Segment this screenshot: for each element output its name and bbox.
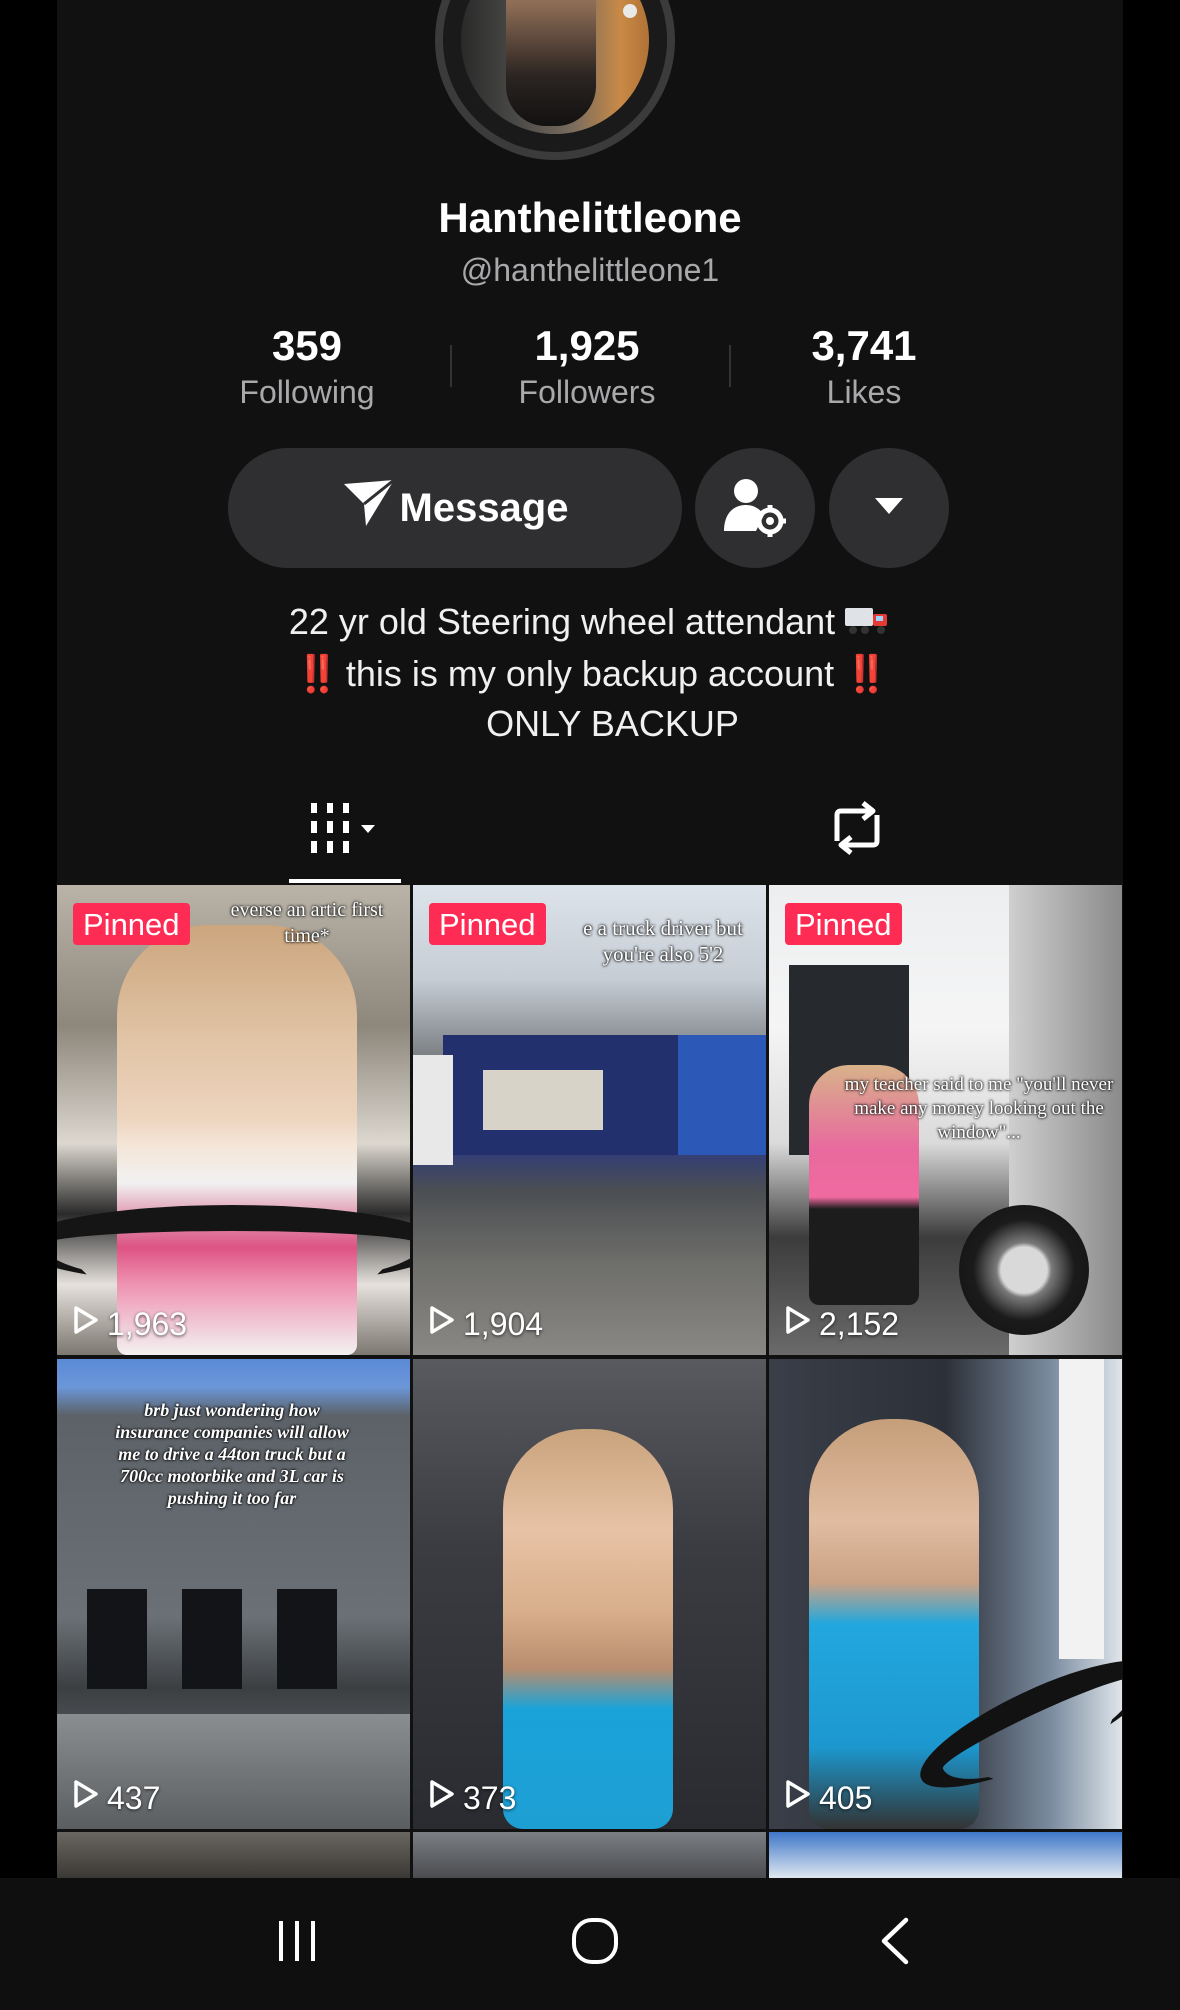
view-count: 1,963 xyxy=(73,1305,187,1343)
recent-apps-icon xyxy=(275,1919,319,1968)
tab-reposts[interactable] xyxy=(802,790,912,870)
video-tile[interactable]: my teacher said to me "you'll never make… xyxy=(769,885,1122,1355)
likes-count: 3,741 xyxy=(811,322,917,369)
stat-divider xyxy=(450,345,452,387)
view-count: 1,904 xyxy=(429,1305,543,1343)
avatar[interactable] xyxy=(435,0,675,160)
video-tile-partial[interactable] xyxy=(57,1832,410,1878)
caret-down-icon xyxy=(873,496,905,521)
pinned-badge: Pinned xyxy=(785,903,902,945)
play-icon xyxy=(429,1305,455,1343)
pinned-badge: Pinned xyxy=(73,903,190,945)
video-tile[interactable]: everse an artic first time* Pinned 1,963 xyxy=(57,885,410,1355)
likes-label: Likes xyxy=(826,374,902,410)
video-tile[interactable]: e a truck driver but you're also 5'2 Pin… xyxy=(413,885,766,1355)
back-button[interactable] xyxy=(840,1898,950,1988)
more-options-button[interactable] xyxy=(829,448,949,568)
video-caption: brb just wondering how insurance compani… xyxy=(115,1400,349,1508)
active-tab-indicator xyxy=(289,879,401,883)
message-button[interactable]: Message xyxy=(228,448,682,568)
play-icon xyxy=(73,1779,99,1817)
bio-line-1: 22 yr old Steering wheel attendant xyxy=(57,597,1123,649)
stat-likes[interactable]: 3,741 Likes xyxy=(754,322,974,414)
following-label: Following xyxy=(239,374,375,410)
view-count: 405 xyxy=(785,1779,872,1817)
play-icon xyxy=(73,1305,99,1343)
double-exclamation-icon: ‼️ xyxy=(295,653,340,695)
view-count: 2,152 xyxy=(785,1305,899,1343)
view-count: 437 xyxy=(73,1779,160,1817)
play-icon xyxy=(429,1779,455,1817)
back-icon xyxy=(878,1916,912,1971)
video-tile[interactable]: 373 xyxy=(413,1359,766,1829)
repost-icon xyxy=(827,800,887,860)
stat-divider xyxy=(729,345,731,387)
home-icon xyxy=(570,1916,620,1971)
followers-label: Followers xyxy=(518,374,656,410)
username-handle: @hanthelittleone1 xyxy=(460,252,720,288)
video-caption: my teacher said to me "you'll never make… xyxy=(844,1074,1114,1143)
user-settings-button[interactable] xyxy=(695,448,815,568)
tab-videos[interactable] xyxy=(287,790,403,870)
double-exclamation-icon: ‼️ xyxy=(844,653,889,695)
video-tile-partial[interactable] xyxy=(413,1832,766,1878)
home-button[interactable] xyxy=(540,1898,650,1988)
send-icon xyxy=(342,478,396,538)
grid-menu-icon xyxy=(305,801,385,860)
video-caption: e a truck driver but you're also 5'2 xyxy=(583,916,743,966)
play-icon xyxy=(785,1305,811,1343)
view-count: 373 xyxy=(429,1779,516,1817)
avatar-photo xyxy=(461,0,649,134)
bio: 22 yr old Steering wheel attendant ‼️ th… xyxy=(57,597,1123,749)
play-icon xyxy=(785,1779,811,1817)
stat-followers[interactable]: 1,925 Followers xyxy=(477,322,697,414)
stat-following[interactable]: 359 Following xyxy=(197,322,417,414)
pinned-badge: Pinned xyxy=(429,903,546,945)
bio-line-2: ‼️ this is my only backup account ‼️ xyxy=(295,653,889,695)
following-count: 359 xyxy=(271,322,343,369)
screen: Hanthelittleone @hanthelittleone1 359 Fo… xyxy=(0,0,1180,2010)
followers-count: 1,925 xyxy=(534,322,640,369)
system-navigation-bar xyxy=(0,1878,1180,2010)
recent-apps-button[interactable] xyxy=(242,1898,352,1988)
user-settings-icon xyxy=(722,475,788,542)
video-tile[interactable]: 405 xyxy=(769,1359,1122,1829)
video-tile[interactable]: brb just wondering how insurance compani… xyxy=(57,1359,410,1829)
truck-icon xyxy=(843,599,891,649)
profile-page: Hanthelittleone @hanthelittleone1 359 Fo… xyxy=(57,0,1123,1878)
bio-line-3: ONLY BACKUP xyxy=(486,703,739,745)
video-tile-partial[interactable] xyxy=(769,1832,1122,1878)
video-caption: everse an artic first time* xyxy=(230,899,384,947)
display-name: Hanthelittleone xyxy=(438,194,742,241)
message-label: Message xyxy=(399,485,569,530)
